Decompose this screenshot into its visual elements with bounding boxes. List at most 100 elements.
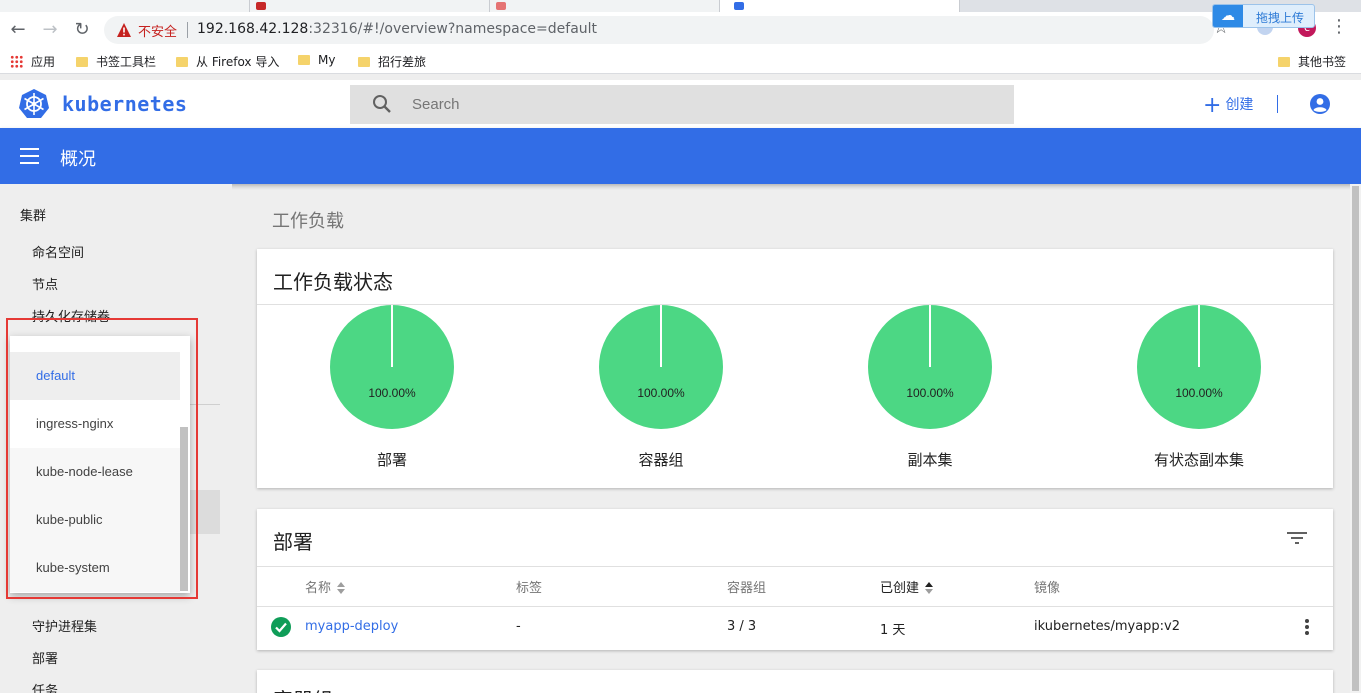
nav-item-nodes[interactable]: 节点 [32,274,58,293]
bookmark-label: 其他书签 [1298,55,1347,69]
bookmark-label: 从 Firefox 导入 [196,55,280,69]
url-path: :32316/#!/overview?namespace=default [308,21,598,37]
pie-category-label: 有状态副本集 [1153,451,1244,469]
tab-favicon [734,2,744,10]
column-header-created[interactable]: 已创建 [880,577,934,596]
nav-item-jobs[interactable]: 任务 [32,680,58,693]
nav-item-namespaces[interactable]: 命名空间 [32,242,84,261]
bookmark-folder[interactable]: 招行差旅 [358,53,426,70]
plus-icon: + [1203,93,1222,118]
sort-icon[interactable] [337,582,346,594]
apps-grid-icon [10,55,23,68]
create-button[interactable]: + 创建 [1203,93,1253,118]
status-ok-icon [271,617,291,637]
app-header: kubernetes +创建 [0,80,1361,128]
bookmark-folder[interactable]: 书签工具栏 [76,53,156,70]
bookmark-label: My [318,53,336,67]
pie-percent-label: 100.00% [1175,386,1223,400]
deployments-card: 部署 名称 标签 容器组 已创建 镜像 myapp-deploy - 3 / 3… [257,509,1333,650]
sort-icon[interactable] [925,582,934,594]
create-label: 创建 [1225,97,1254,113]
deployment-created: 1 天 [880,623,906,638]
card-divider [257,566,1333,567]
column-header-image: 镜像 [1034,581,1061,596]
more-actions-icon[interactable] [1297,617,1317,637]
pie-svg: 100.00% [330,305,454,429]
bookmark-other[interactable]: 其他书签 [1278,53,1346,70]
card-title: 工作负载状态 [273,270,393,294]
deployment-pods: 3 / 3 [727,619,757,634]
browser-menu-icon[interactable]: ⋮ [1330,16,1348,37]
column-header-name[interactable]: 名称 [305,577,346,596]
page-title: 概况 [60,149,96,170]
tab-favicon [496,2,506,10]
browser-tab[interactable] [0,0,250,12]
page-toolbar: 概况 [0,128,1361,184]
browser-tab-active[interactable] [720,0,960,12]
account-icon[interactable] [1309,93,1331,115]
folder-icon [358,57,370,67]
pie-category-label: 部署 [376,451,407,469]
deployment-labels: - [516,619,521,634]
upload-popup[interactable]: ☁ 拖拽上传 [1212,4,1315,28]
bookmarks-bar: 应用 书签工具栏 从 Firefox 导入 My 招行差旅 其他书签 [0,48,1361,74]
folder-icon [76,57,88,67]
bookmark-apps[interactable]: 应用 [10,53,55,70]
pods-card: 容器组 [257,670,1333,693]
upload-label: 拖拽上传 [1256,11,1305,25]
bookmark-label: 应用 [31,55,56,69]
reload-button[interactable]: ↻ [70,18,94,42]
bookmark-folder[interactable]: My [298,53,335,67]
deployment-name-link[interactable]: myapp-deploy [305,619,398,634]
browser-tab[interactable] [250,0,490,12]
deployment-image: ikubernetes/myapp:v2 [1034,619,1181,634]
bookmark-label: 书签工具栏 [96,55,157,69]
brand-name[interactable]: kubernetes [62,92,187,116]
row-divider [257,606,1333,607]
browser-tab[interactable] [490,0,720,12]
workload-pie-chart: 100.00% 有状态副本集 [1129,303,1269,469]
warning-icon [117,23,131,37]
back-button[interactable]: ← [6,18,30,42]
pie-category-label: 容器组 [638,451,684,469]
bookmark-label: 招行差旅 [378,55,427,69]
workload-status-card: 工作负载状态 100.00% 部署 100.00% 容器组 100.00% 副本集 100.… [257,249,1333,488]
search-bar[interactable] [350,85,1014,124]
pie-svg: 100.00% [868,305,992,429]
omnibox[interactable]: 不安全 192.168.42.128:32316/#!/overview?nam… [104,16,1214,44]
address-bar-row: ← → ↻ 不安全 192.168.42.128:32316/#!/overvi… [0,12,1361,48]
pie-percent-label: 100.00% [368,386,416,400]
url-text: 192.168.42.128:32316/#!/overview?namespa… [197,21,597,37]
search-input[interactable] [412,94,912,114]
folder-icon [176,57,188,67]
nav-heading-cluster[interactable]: 集群 [20,205,46,224]
kubernetes-logo-icon[interactable] [18,88,50,120]
column-header-label: 已创建 [880,581,920,596]
omnibox-separator [187,22,188,38]
pie-percent-label: 100.00% [637,386,685,400]
column-header-pods: 容器组 [727,581,767,596]
pie-category-label: 副本集 [907,451,953,469]
pie-percent-label: 100.00% [906,386,954,400]
menu-icon[interactable] [20,148,39,164]
url-host: 192.168.42.128 [197,21,309,37]
annotation-highlight-box [6,318,198,599]
workload-pie-chart: 100.00% 副本集 [860,303,1000,469]
cloud-icon: ☁ [1213,5,1243,27]
insecure-label: 不安全 [138,25,178,40]
card-title: 容器组 [273,684,333,693]
header-divider [1277,95,1278,113]
forward-button[interactable]: → [38,18,62,42]
bookmark-folder[interactable]: 从 Firefox 导入 [176,53,279,70]
search-icon [373,95,391,113]
column-header-labels: 标签 [516,581,543,596]
nav-item-deployments[interactable]: 部署 [32,648,58,667]
nav-item-daemon-sets[interactable]: 守护进程集 [32,616,97,635]
folder-icon [1278,57,1290,67]
folder-icon [298,55,310,65]
workload-pie-chart: 100.00% 容器组 [591,303,731,469]
page-scrollbar-thumb[interactable] [1352,186,1359,691]
browser-tab-strip [0,0,1361,12]
card-title: 部署 [273,530,313,554]
filter-icon[interactable] [1287,530,1307,546]
